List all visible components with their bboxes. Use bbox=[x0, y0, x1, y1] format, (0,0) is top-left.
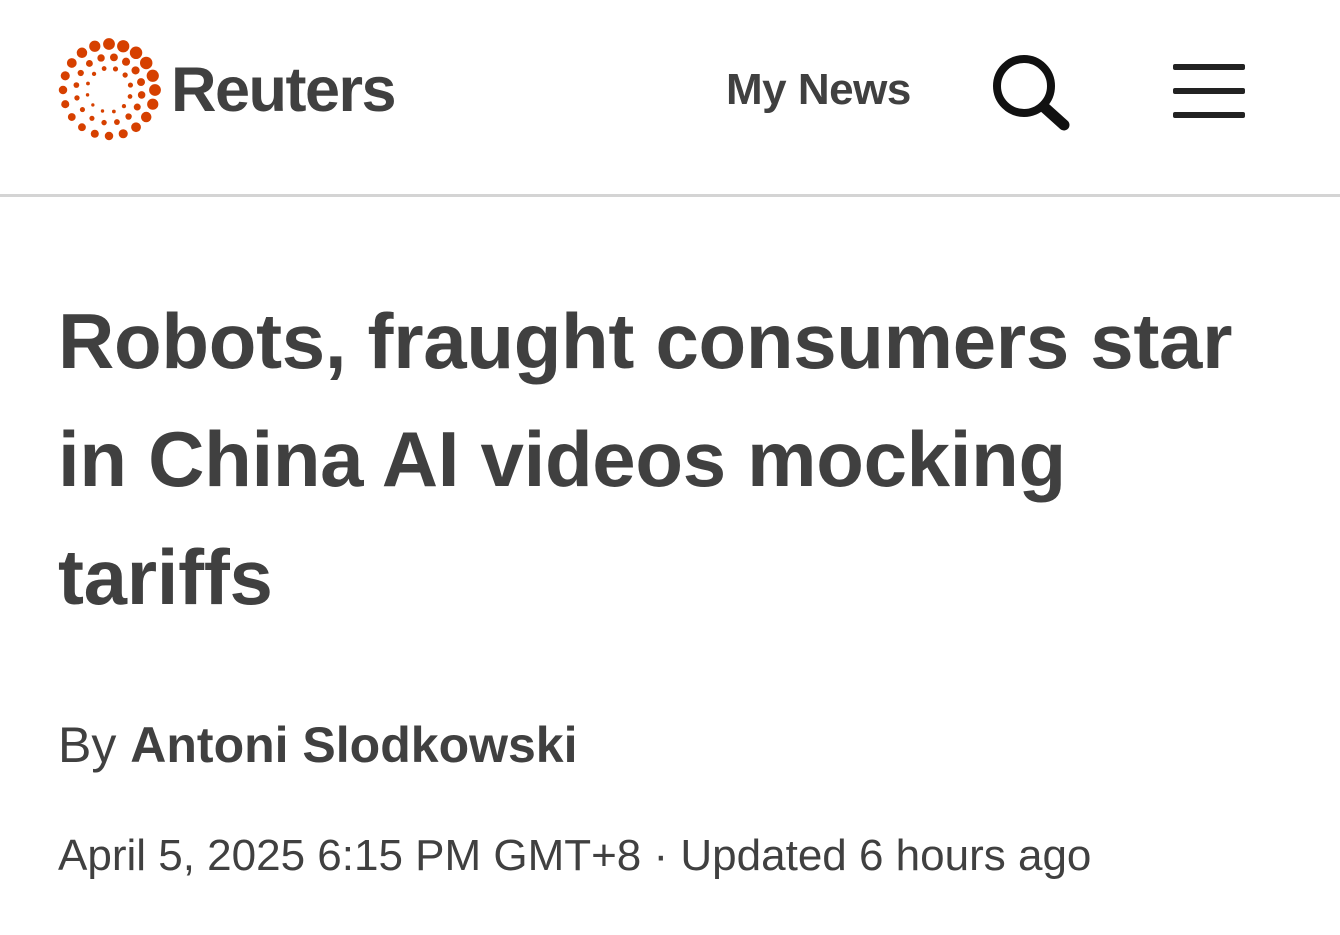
logo-dot bbox=[149, 84, 161, 96]
menu-button[interactable] bbox=[1168, 56, 1250, 126]
my-news-link[interactable]: My News bbox=[726, 62, 911, 118]
logo-dot bbox=[101, 119, 107, 126]
logo-dot bbox=[112, 66, 119, 72]
logo-dot bbox=[146, 69, 159, 82]
logo-dot bbox=[118, 129, 128, 139]
logo-dot bbox=[117, 40, 130, 53]
logo-dot bbox=[103, 38, 115, 50]
logo-dot bbox=[140, 111, 152, 123]
logo-dot bbox=[61, 100, 70, 109]
article-headline: Robots, fraught consumers star in China … bbox=[58, 297, 1233, 621]
logo-dot bbox=[100, 109, 105, 113]
logo-dot bbox=[131, 66, 140, 75]
header-divider bbox=[0, 194, 1340, 197]
logo-dot bbox=[91, 71, 97, 77]
logo-dot bbox=[139, 56, 153, 70]
logo-dot bbox=[79, 107, 85, 113]
logo-dot bbox=[60, 71, 70, 81]
logo-dot bbox=[101, 66, 107, 71]
byline: By Antoni Slodkowski bbox=[58, 712, 578, 778]
updated-time: Updated 6 hours ago bbox=[680, 831, 1092, 880]
logo-dot bbox=[85, 60, 93, 67]
logo-dot bbox=[77, 69, 84, 77]
logo-dot bbox=[74, 95, 80, 101]
reuters-logo[interactable]: Reuters bbox=[55, 36, 397, 144]
author-link[interactable]: Antoni Slodkowski bbox=[130, 717, 577, 773]
logo-dot bbox=[137, 91, 146, 99]
published-date: April 5, 2025 6:15 PM GMT+8 bbox=[58, 831, 642, 880]
logo-dot bbox=[121, 57, 131, 66]
search-button[interactable] bbox=[986, 50, 1076, 134]
logo-dot bbox=[104, 131, 114, 141]
logo-dot bbox=[76, 47, 88, 59]
logo-dot bbox=[89, 115, 95, 121]
logo-dot bbox=[129, 46, 143, 60]
logo-dot bbox=[121, 104, 127, 109]
brand-name: Reuters bbox=[171, 54, 397, 125]
logo-dot bbox=[58, 85, 68, 95]
search-icon bbox=[993, 55, 1070, 131]
logo-dot bbox=[73, 82, 80, 88]
logo-dot bbox=[90, 129, 99, 138]
logo-dot bbox=[89, 40, 101, 52]
logo-dot bbox=[127, 82, 134, 88]
logo-dot bbox=[122, 72, 128, 78]
logo-dot bbox=[112, 109, 116, 114]
logo-dot bbox=[147, 98, 159, 110]
site-header: Reuters My News bbox=[0, 0, 1340, 196]
logo-dot bbox=[67, 113, 76, 121]
logo-dot bbox=[78, 123, 86, 132]
logo-dot bbox=[85, 93, 90, 97]
dateline-separator: · bbox=[653, 831, 669, 880]
logo-dot bbox=[133, 103, 141, 111]
reuters-logo-icon bbox=[58, 38, 161, 141]
logo-dot bbox=[137, 78, 145, 87]
logo-dot bbox=[125, 113, 132, 120]
logo-dot bbox=[86, 81, 90, 86]
hamburger-menu-icon bbox=[1173, 64, 1245, 118]
logo-dot bbox=[127, 94, 133, 99]
logo-dot bbox=[97, 54, 105, 62]
logo-dot bbox=[131, 122, 141, 133]
logo-dot bbox=[66, 58, 77, 68]
logo-dot bbox=[91, 103, 95, 107]
byline-prefix: By bbox=[58, 717, 117, 773]
logo-dot bbox=[114, 119, 120, 125]
dateline: April 5, 2025 6:15 PM GMT+8 · Updated 6 … bbox=[58, 826, 1091, 886]
logo-dot bbox=[110, 53, 118, 62]
